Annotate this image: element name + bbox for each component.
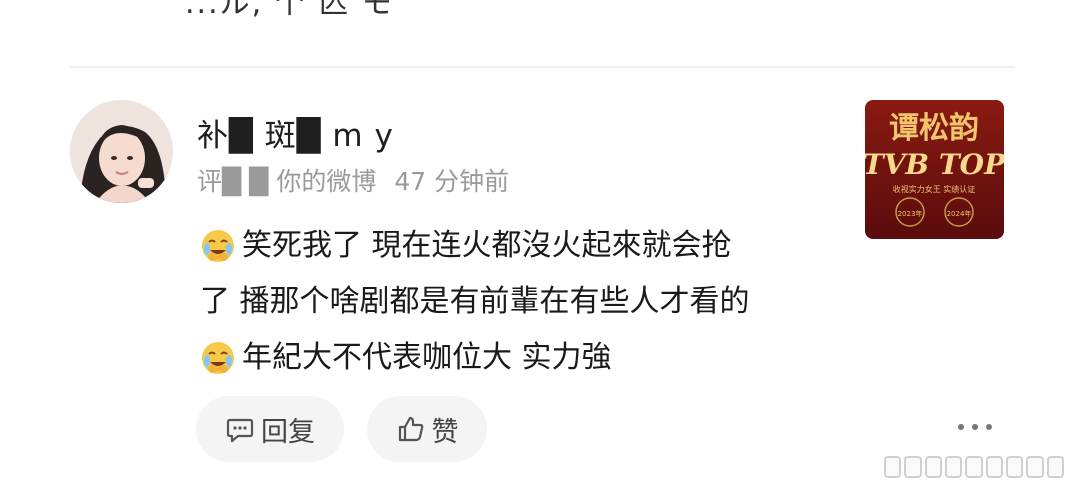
more-options-icon[interactable] (958, 418, 992, 436)
watermark (884, 456, 1064, 478)
avatar[interactable] (70, 100, 173, 203)
comment-line: 了 播那个啥剧都是有前輩在有些人才看的 (200, 274, 850, 330)
reply-button[interactable]: 回复 (196, 396, 344, 462)
comment-text: 笑死我了 現在连火都沒火起來就会抢 (242, 228, 732, 263)
comment-bubble-icon (225, 414, 255, 444)
thumb-subtitle: TVB TOP (865, 148, 1004, 181)
thumb-tagline: 收视实力女王 实绩认证 (893, 184, 976, 194)
comment-line: 笑死我了 現在连火都沒火起來就会抢 (200, 218, 850, 274)
like-label: 赞 (431, 416, 459, 448)
post-thumbnail[interactable]: 谭松韵 TVB TOP 收视实力女王 实绩认证 2023年 2024年 (865, 100, 1004, 239)
comment-text: 了 播那个啥剧都是有前輩在有些人才看的 (200, 284, 750, 319)
thumbnail-image: 谭松韵 TVB TOP 收视实力女王 实绩认证 2023年 2024年 (865, 100, 1004, 239)
timestamp: 47 分钟前 (394, 167, 510, 196)
reply-label: 回复 (261, 416, 315, 448)
comment-body: 笑死我了 現在连火都沒火起來就会抢 了 播那个啥剧都是有前輩在有些人才看的 年紀… (200, 218, 850, 386)
crying-laughing-emoji-icon (200, 228, 236, 264)
avatar-image (70, 100, 173, 203)
comment-line: 年紀大不代表咖位大 实力強 (200, 330, 850, 386)
like-button[interactable]: 赞 (367, 396, 487, 462)
thumb-title: 谭松韵 (889, 111, 979, 146)
thumbs-up-icon (396, 414, 426, 444)
username[interactable]: 补█ 斑█ m y (197, 110, 394, 155)
previous-post-title-cut: ...ル, 个 兦 モ (185, 0, 394, 21)
comment-meta: 评█ █ 你的微博 47 分钟前 (197, 162, 509, 198)
divider (70, 66, 1015, 68)
comment-action: 评█ █ 你的微博 (197, 167, 377, 196)
crying-laughing-emoji-icon (200, 340, 236, 376)
comment-text: 年紀大不代表咖位大 实力強 (242, 340, 612, 375)
thumb-badge: 2024年 (947, 209, 972, 218)
thumb-badge: 2023年 (898, 209, 923, 218)
